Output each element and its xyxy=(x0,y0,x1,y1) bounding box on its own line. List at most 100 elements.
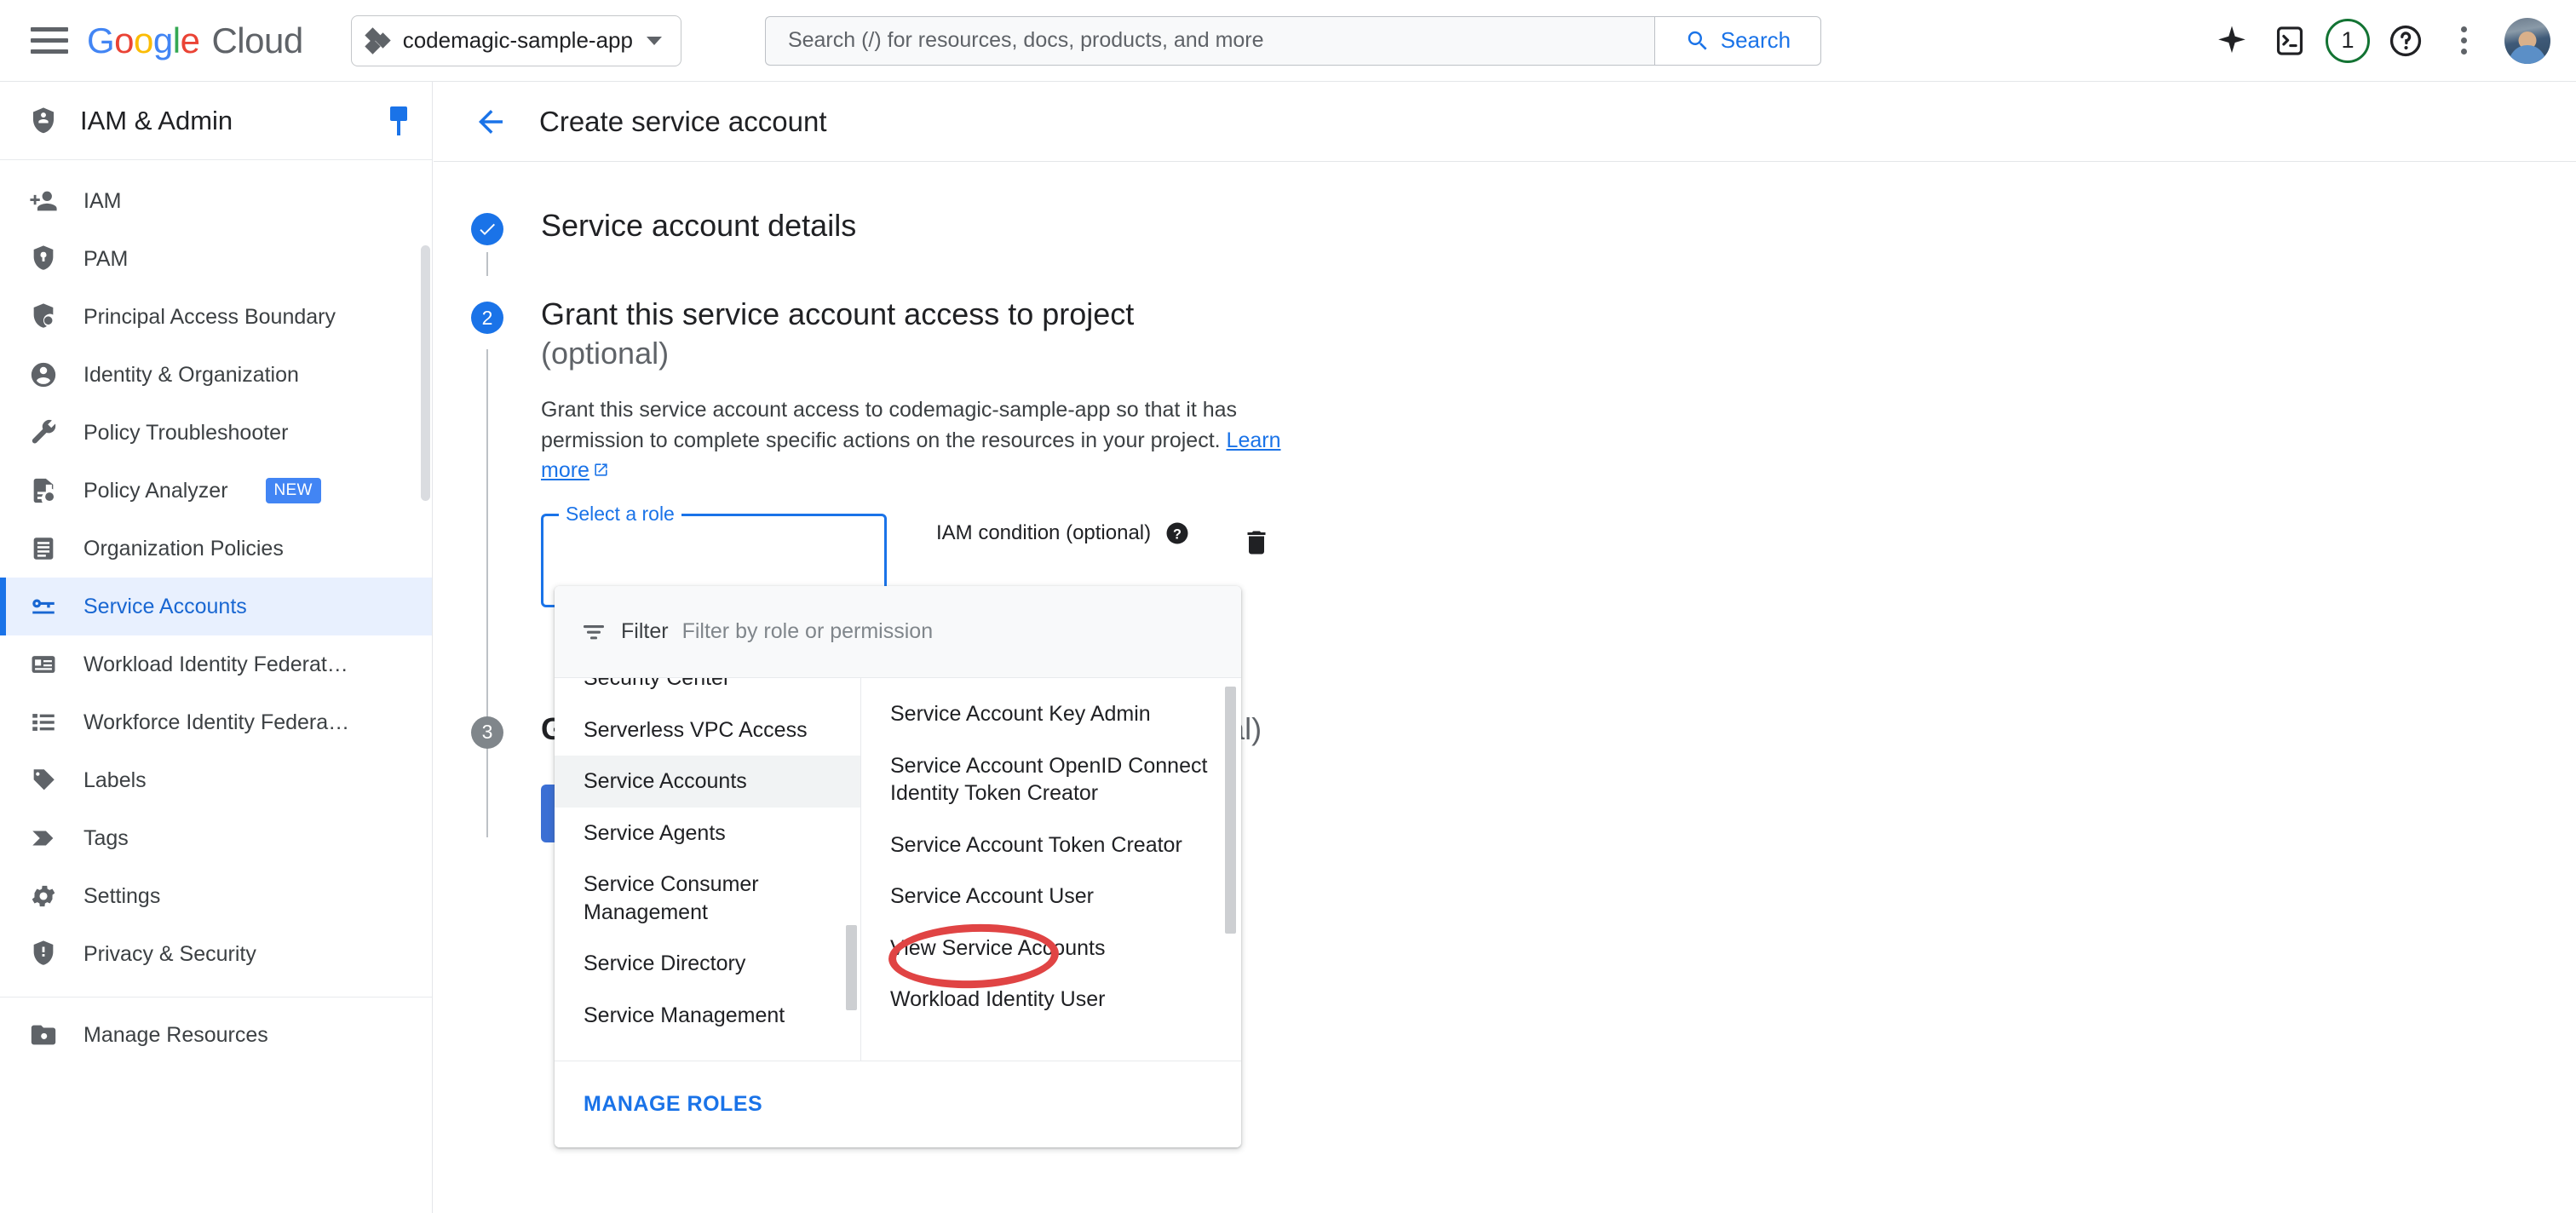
select-a-role-label: Select a role xyxy=(559,502,681,526)
page-title: Create service account xyxy=(539,105,827,137)
search-button[interactable]: Search xyxy=(1653,15,1821,66)
sidebar-item-service-accounts[interactable]: Service Accounts xyxy=(0,578,432,635)
google-cloud-logo[interactable]: Google Cloud xyxy=(87,20,303,61)
filter-icon xyxy=(580,618,607,646)
role-category-scrollbar[interactable] xyxy=(846,925,857,1010)
role-item[interactable]: View Service Accounts xyxy=(861,923,1241,974)
pin-icon[interactable] xyxy=(388,106,410,135)
step-2-gutter: 2 xyxy=(471,295,531,837)
role-category-item[interactable]: Serverless VPC Access xyxy=(555,704,860,756)
sidebar-item-label: Organization Policies xyxy=(83,536,284,561)
sidebar-item-identity-organization[interactable]: Identity & Organization xyxy=(0,346,432,404)
delete-trash-icon[interactable] xyxy=(1241,527,1272,562)
step-1-rail xyxy=(486,252,488,277)
list-icon xyxy=(29,708,58,737)
role-item[interactable]: Service Account Key Admin xyxy=(861,688,1241,740)
sidebar-item-label: Service Accounts xyxy=(83,594,247,618)
step-2-number-badge: 2 xyxy=(471,302,503,335)
step-3-gutter: 3 xyxy=(471,710,531,842)
role-category-item[interactable]: Service Agents xyxy=(555,808,860,859)
role-item-service-account-user[interactable]: Service Account User xyxy=(861,871,1241,923)
role-category-item[interactable]: Security Center xyxy=(555,678,860,704)
role-list-scrollbar[interactable] xyxy=(1225,687,1236,934)
role-category-column: Security Center Serverless VPC Access Se… xyxy=(555,678,861,1061)
top-bar-icons: 1 xyxy=(2203,12,2550,70)
notifications-icon[interactable]: 1 xyxy=(2319,12,2377,70)
manage-roles-link[interactable]: MANAGE ROLES xyxy=(584,1092,762,1117)
sidebar-item-label: Manage Resources xyxy=(83,1022,268,1047)
project-selector[interactable]: codemagic-sample-app xyxy=(350,14,681,66)
step-2-title: Grant this service account access to pro… xyxy=(541,295,2576,373)
shield-lock-icon xyxy=(29,940,58,969)
role-category-list: Security Center Serverless VPC Access Se… xyxy=(555,678,860,1041)
sidebar-item-label: Workforce Identity Federa… xyxy=(83,710,350,734)
account-circle-icon xyxy=(29,360,58,389)
gemini-sparkle-icon[interactable] xyxy=(2203,12,2261,70)
role-dropdown-footer: MANAGE ROLES xyxy=(555,1061,1241,1147)
folder-gear-icon xyxy=(29,1020,58,1049)
tag-arrow-icon xyxy=(29,824,58,853)
step-3-number-badge: 3 xyxy=(471,716,503,749)
sidebar-item-policy-troubleshooter[interactable]: Policy Troubleshooter xyxy=(0,404,432,462)
step-2-description-text: Grant this service account access to cod… xyxy=(541,398,1238,452)
sidebar-item-labels[interactable]: Labels xyxy=(0,751,432,809)
sidebar-item-workload-identity-federation[interactable]: Workload Identity Federat… xyxy=(0,635,432,693)
sidebar-item-workforce-identity-federation[interactable]: Workforce Identity Federa… xyxy=(0,693,432,751)
role-category-item[interactable]: Service Directory xyxy=(555,938,860,990)
sidebar-item-label: Settings xyxy=(83,883,161,908)
person-add-icon xyxy=(29,187,58,216)
role-list-column: Service Account Key Admin Service Accoun… xyxy=(861,678,1241,1061)
back-arrow-icon[interactable] xyxy=(471,102,510,141)
sidebar-item-label: PAM xyxy=(83,246,129,271)
sidebar-item-principal-access-boundary[interactable]: Principal Access Boundary xyxy=(0,288,432,346)
notification-count-badge: 1 xyxy=(2326,18,2370,63)
step-1-status-icon xyxy=(471,213,503,245)
key-card-icon xyxy=(29,592,58,621)
step-2-title-optional: (optional) xyxy=(541,336,670,371)
sidebar-header: IAM & Admin xyxy=(0,82,432,160)
sidebar-item-pam[interactable]: PAM xyxy=(0,230,432,288)
project-name: codemagic-sample-app xyxy=(402,27,633,53)
sidebar-item-tags[interactable]: Tags xyxy=(0,809,432,867)
step-2-description: Grant this service account access to cod… xyxy=(541,395,1333,486)
iam-condition-label: IAM condition (optional) xyxy=(936,520,1152,544)
page-root: Google Cloud codemagic-sample-app Search… xyxy=(0,0,2576,1213)
brand-cloud-text: Cloud xyxy=(211,20,303,60)
sidebar-item-settings[interactable]: Settings xyxy=(0,867,432,925)
role-category-item-selected[interactable]: Service Accounts xyxy=(555,756,860,808)
search-input[interactable] xyxy=(764,15,1654,66)
help-icon[interactable] xyxy=(2377,12,2435,70)
role-list: Service Account Key Admin Service Accoun… xyxy=(861,688,1241,1026)
role-item[interactable]: Service Account Token Creator xyxy=(861,819,1241,871)
shield-key-icon xyxy=(29,244,58,273)
step-1-body: Service account details xyxy=(531,206,2576,245)
sidebar-item-privacy-security[interactable]: Privacy & Security xyxy=(0,925,432,983)
sidebar-item-label: IAM xyxy=(83,188,122,213)
project-nodes-icon xyxy=(365,26,391,55)
document-search-icon xyxy=(29,476,58,505)
svg-text:?: ? xyxy=(1173,526,1182,542)
cloud-shell-icon[interactable] xyxy=(2261,12,2319,70)
step-1-title[interactable]: Service account details xyxy=(541,206,2576,245)
role-category-item[interactable]: Service Management xyxy=(555,990,860,1042)
hamburger-menu-icon[interactable] xyxy=(31,26,68,56)
role-item[interactable]: Service Account OpenID Connect Identity … xyxy=(861,740,1241,819)
step-2-title-text: Grant this service account access to pro… xyxy=(541,296,1135,332)
role-item[interactable]: Workload Identity User xyxy=(861,974,1241,1026)
role-category-item[interactable]: Service Consumer Management xyxy=(555,859,860,938)
global-search: Search xyxy=(764,15,1821,66)
sidebar-item-organization-policies[interactable]: Organization Policies xyxy=(0,520,432,578)
role-dropdown-columns: Security Center Serverless VPC Access Se… xyxy=(555,678,1241,1061)
list-document-icon xyxy=(29,534,58,563)
sidebar-item-label: Privacy & Security xyxy=(83,941,256,966)
help-circle-icon[interactable]: ? xyxy=(1164,520,1190,546)
filter-label: Filter xyxy=(621,619,669,643)
more-options-icon[interactable] xyxy=(2435,12,2493,70)
wizard-step-2: 2 Grant this service account access to p… xyxy=(471,295,2576,837)
sidebar-item-iam[interactable]: IAM xyxy=(0,172,432,230)
sidebar-item-policy-analyzer[interactable]: Policy Analyzer NEW xyxy=(0,462,432,520)
sidebar-item-manage-resources[interactable]: Manage Resources xyxy=(0,1006,432,1064)
account-avatar[interactable] xyxy=(2504,17,2550,64)
role-filter-bar[interactable]: Filter Filter by role or permission xyxy=(555,586,1241,678)
role-selector-dropdown: Filter Filter by role or permission Secu… xyxy=(555,586,1241,1147)
